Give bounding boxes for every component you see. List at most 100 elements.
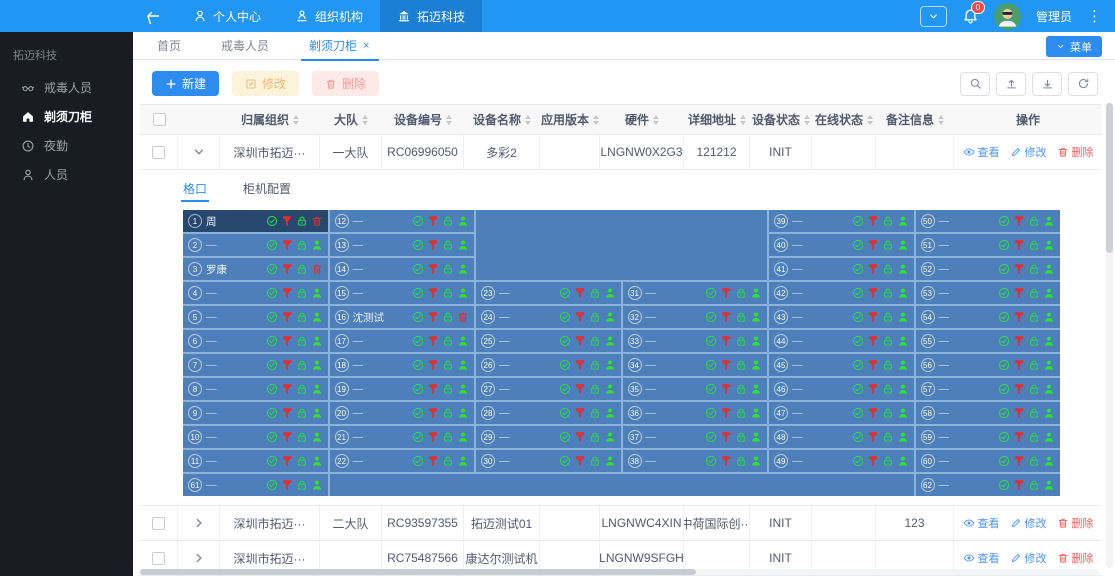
check-circle-icon[interactable] (559, 311, 571, 323)
sort-icon[interactable] (653, 115, 659, 125)
locker-cell-8[interactable]: 8— (183, 378, 328, 400)
select-all-checkbox[interactable] (153, 113, 166, 126)
sidebar-item-剃须刀柜[interactable]: 剃须刀柜 (0, 102, 133, 131)
locker-cell-30[interactable]: 30— (476, 450, 621, 472)
check-circle-icon[interactable] (998, 311, 1010, 323)
check-circle-icon[interactable] (266, 311, 278, 323)
row-checkbox[interactable] (152, 517, 165, 530)
razor-icon[interactable] (867, 311, 879, 323)
tab-首页[interactable]: 首页 (157, 32, 181, 60)
view-action[interactable]: 查看 (963, 144, 1000, 160)
back-button[interactable] (140, 0, 166, 32)
check-circle-icon[interactable] (852, 311, 864, 323)
lock-icon[interactable] (296, 311, 308, 323)
locker-cell-37[interactable]: 37— (623, 426, 768, 448)
user-icon[interactable] (750, 359, 762, 371)
check-circle-icon[interactable] (412, 383, 424, 395)
razor-icon[interactable] (867, 263, 879, 275)
lock-icon[interactable] (296, 431, 308, 443)
lock-icon[interactable] (296, 239, 308, 251)
razor-icon[interactable] (281, 239, 293, 251)
razor-icon[interactable] (1013, 311, 1025, 323)
razor-icon[interactable] (281, 263, 293, 275)
sidebar-item-夜勤[interactable]: 夜勤 (0, 131, 133, 160)
locker-cell-47[interactable]: 47— (769, 402, 914, 424)
check-circle-icon[interactable] (705, 407, 717, 419)
lock-icon[interactable] (1028, 239, 1040, 251)
lock-icon[interactable] (589, 359, 601, 371)
collapse-row-icon[interactable] (192, 145, 206, 159)
user-icon[interactable] (311, 383, 323, 395)
locker-cell-48[interactable]: 48— (769, 426, 914, 448)
locker-cell-56[interactable]: 56— (916, 354, 1061, 376)
locker-cell-17[interactable]: 17— (330, 330, 475, 352)
check-circle-icon[interactable] (705, 287, 717, 299)
lock-icon[interactable] (442, 239, 454, 251)
razor-icon[interactable] (720, 359, 732, 371)
vertical-scrollbar[interactable] (1106, 103, 1113, 568)
trash-icon[interactable] (311, 215, 323, 227)
sort-icon[interactable] (804, 115, 810, 125)
lock-icon[interactable] (589, 383, 601, 395)
lock-icon[interactable] (442, 263, 454, 275)
lock-icon[interactable] (442, 311, 454, 323)
locker-cell-39[interactable]: 39— (769, 210, 914, 232)
check-circle-icon[interactable] (998, 455, 1010, 467)
razor-icon[interactable] (281, 335, 293, 347)
user-icon[interactable] (897, 215, 909, 227)
lock-icon[interactable] (735, 335, 747, 347)
lock-icon[interactable] (296, 359, 308, 371)
locker-cell-28[interactable]: 28— (476, 402, 621, 424)
check-circle-icon[interactable] (559, 287, 571, 299)
lock-icon[interactable] (1028, 311, 1040, 323)
check-circle-icon[interactable] (559, 431, 571, 443)
razor-icon[interactable] (574, 287, 586, 299)
check-circle-icon[interactable] (412, 407, 424, 419)
user-icon[interactable] (457, 455, 469, 467)
check-circle-icon[interactable] (412, 215, 424, 227)
check-circle-icon[interactable] (412, 311, 424, 323)
locker-cell-54[interactable]: 54— (916, 306, 1061, 328)
lock-icon[interactable] (735, 455, 747, 467)
panel-tab-柜机配置[interactable]: 柜机配置 (243, 174, 291, 203)
razor-icon[interactable] (427, 239, 439, 251)
razor-icon[interactable] (720, 311, 732, 323)
razor-icon[interactable] (867, 239, 879, 251)
locker-cell-35[interactable]: 35— (623, 378, 768, 400)
razor-icon[interactable] (867, 455, 879, 467)
check-circle-icon[interactable] (559, 407, 571, 419)
check-circle-icon[interactable] (266, 335, 278, 347)
locker-cell-44[interactable]: 44— (769, 330, 914, 352)
user-icon[interactable] (457, 239, 469, 251)
locker-cell-57[interactable]: 57— (916, 378, 1061, 400)
user-icon[interactable] (1043, 311, 1055, 323)
check-circle-icon[interactable] (559, 359, 571, 371)
table-row[interactable]: 深圳市拓迈···二大队RC93597355拓迈测试01LNGNWC4XIN中荷国… (140, 506, 1102, 541)
lock-icon[interactable] (589, 407, 601, 419)
lock-icon[interactable] (589, 455, 601, 467)
user-icon[interactable] (457, 407, 469, 419)
check-circle-icon[interactable] (266, 287, 278, 299)
user-name[interactable]: 管理员 (1036, 8, 1072, 25)
table-row[interactable]: 深圳市拓迈···一大队RC06996050多彩2LNGNW0X2G3121212… (140, 135, 1102, 170)
check-circle-icon[interactable] (412, 287, 424, 299)
user-icon[interactable] (604, 335, 616, 347)
delete-button[interactable]: 删除 (312, 71, 379, 96)
user-icon[interactable] (897, 239, 909, 251)
razor-icon[interactable] (720, 335, 732, 347)
check-circle-icon[interactable] (852, 431, 864, 443)
sidebar-item-戒毒人员[interactable]: 戒毒人员 (0, 73, 133, 102)
user-icon[interactable] (604, 383, 616, 395)
locker-cell-41[interactable]: 41— (769, 258, 914, 280)
user-icon[interactable] (1043, 335, 1055, 347)
locker-cell-55[interactable]: 55— (916, 330, 1061, 352)
razor-icon[interactable] (867, 407, 879, 419)
edit-action[interactable]: 修改 (1010, 550, 1047, 566)
razor-icon[interactable] (867, 383, 879, 395)
user-icon[interactable] (750, 311, 762, 323)
lock-icon[interactable] (882, 407, 894, 419)
trash-icon[interactable] (457, 311, 469, 323)
user-icon[interactable] (897, 311, 909, 323)
download-button[interactable] (1032, 72, 1062, 96)
vertical-scrollbar-thumb[interactable] (1106, 103, 1113, 253)
